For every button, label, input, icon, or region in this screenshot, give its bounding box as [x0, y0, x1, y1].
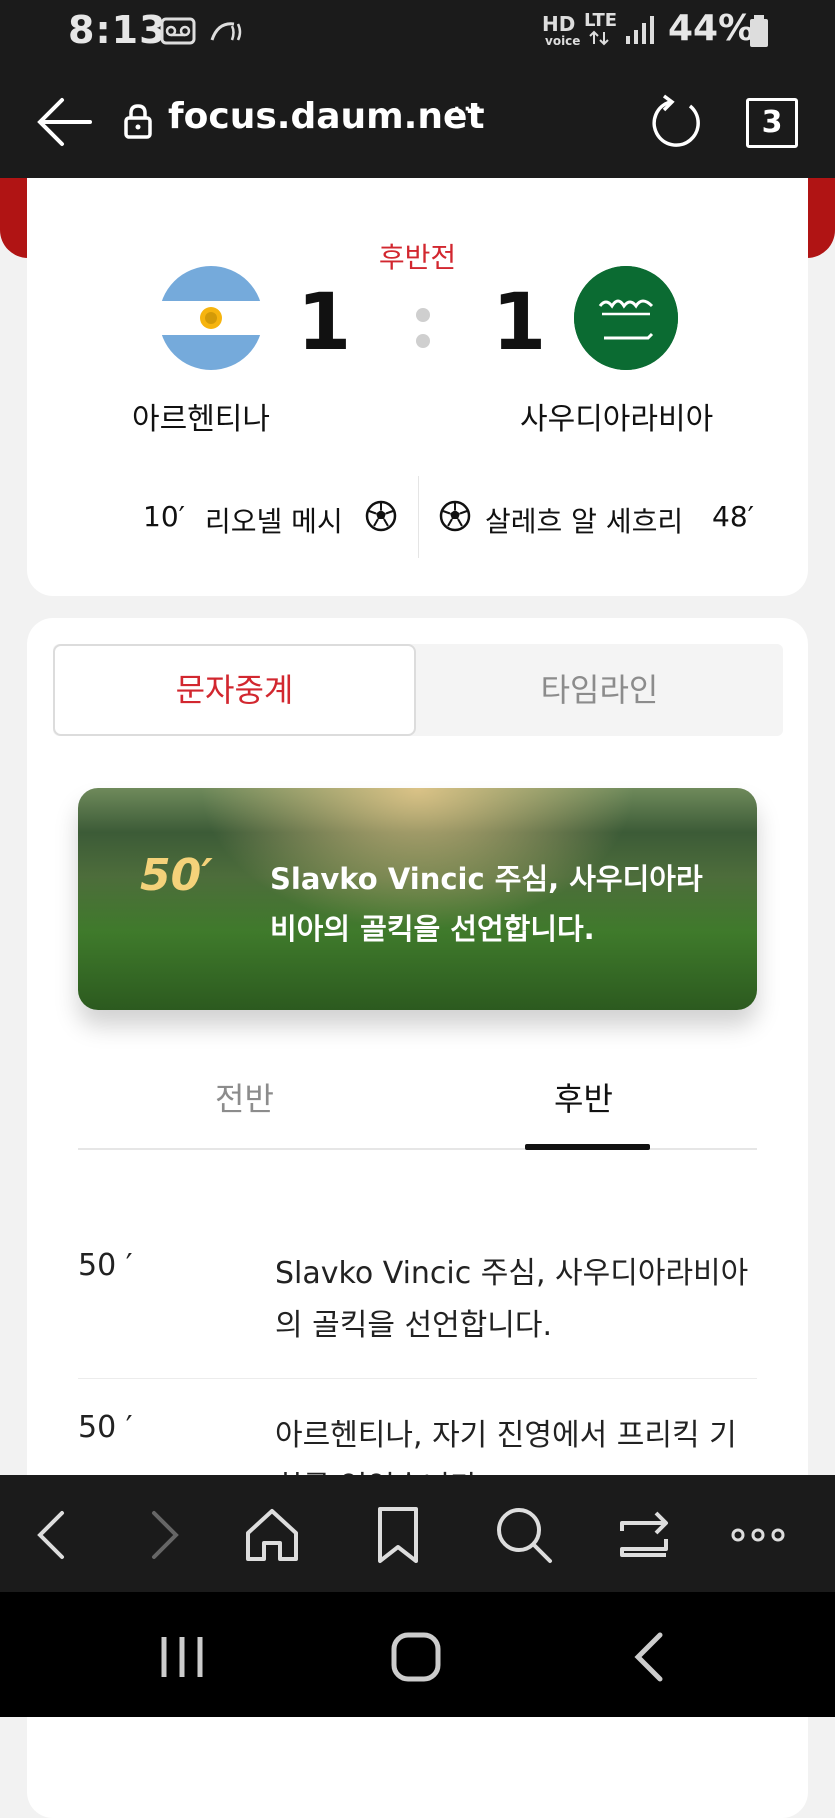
browser-address-bar: focus.daum.net ··· 3 [0, 62, 835, 178]
score-card: 후반전 1 1 아르헨티나 사우디아라비아 10′ 리오넬 메시 살레흐 알 세… [27, 178, 808, 596]
browser-toolbar [0, 1475, 835, 1592]
back-icon[interactable] [22, 1505, 82, 1565]
feed-minute: 50 ′ [78, 1410, 133, 1445]
home-nav-icon[interactable] [386, 1627, 446, 1687]
system-navigation-bar [0, 1592, 835, 1717]
tab-second-half[interactable]: 후반 [554, 1074, 613, 1120]
signal-icon [626, 16, 654, 44]
voice-label: voice [545, 34, 581, 48]
view-tabs: 문자중계 타임라인 [53, 644, 783, 736]
nfc-icon [210, 22, 242, 41]
tabs-switch-icon[interactable] [614, 1505, 674, 1565]
away-team-name[interactable]: 사우디아라비아 [520, 394, 713, 438]
status-bar: 8:13 HD voice LTE 44% [0, 0, 835, 62]
home-team-name[interactable]: 아르헨티나 [132, 394, 270, 438]
selected-half-indicator [525, 1144, 650, 1150]
tab-first-half[interactable]: 전반 [215, 1074, 274, 1120]
search-icon[interactable] [494, 1505, 554, 1565]
home-goal-scorer: 리오넬 메시 [205, 505, 343, 538]
lte-label: LTE [584, 10, 618, 31]
hd-label: HD [542, 12, 576, 36]
back-arrow-icon[interactable] [36, 94, 96, 150]
half-tabs-divider [78, 1148, 757, 1150]
tab-count-button[interactable]: 3 [746, 98, 798, 148]
away-goal-minute: 48′ [712, 500, 754, 533]
forward-icon[interactable] [134, 1505, 194, 1565]
soccer-ball-icon [365, 500, 397, 532]
header-accent-right [805, 178, 835, 258]
away-score: 1 [492, 278, 547, 368]
voicemail-icon [160, 17, 196, 45]
banner-minute: 50′ [140, 850, 213, 901]
soccer-ball-icon [439, 500, 471, 532]
url-more-dots[interactable]: ··· [452, 92, 484, 127]
match-period: 후반전 [378, 241, 457, 274]
away-goal-scorer: 살레흐 알 세흐리 [485, 505, 684, 538]
recent-apps-icon[interactable] [152, 1627, 212, 1687]
reload-icon[interactable] [650, 92, 706, 152]
score-colon-top [416, 308, 430, 322]
home-icon[interactable] [242, 1505, 302, 1565]
back-nav-icon[interactable] [620, 1627, 680, 1687]
more-icon[interactable] [728, 1505, 788, 1565]
banner-text: Slavko Vincic 주심, 사우디아라비아의 골킥을 선언합니다. [270, 862, 703, 946]
status-time: 8:13 [68, 8, 167, 52]
latest-event-banner: 50′ Slavko Vincic 주심, 사우디아라비아의 골킥을 선언합니다… [78, 788, 757, 1010]
bookmark-icon[interactable] [368, 1505, 428, 1565]
saudi-arabia-flag-icon[interactable] [574, 266, 678, 370]
score-colon-bottom [416, 334, 430, 348]
tab-timeline[interactable]: 타임라인 [416, 644, 783, 736]
home-score: 1 [297, 278, 352, 368]
url-text[interactable]: focus.daum.net [168, 96, 485, 137]
feed-minute: 50 ′ [78, 1248, 133, 1283]
battery-icon [750, 15, 768, 47]
data-arrows-icon [589, 30, 609, 46]
lock-icon [124, 104, 152, 139]
goal-divider [418, 476, 419, 558]
header-accent-left [0, 178, 30, 258]
tab-text-commentary[interactable]: 문자중계 [53, 644, 416, 736]
home-goal-minute: 10′ [143, 500, 185, 533]
battery-percent: 44% [668, 8, 755, 49]
feed-divider [78, 1378, 757, 1379]
feed-text: Slavko Vincic 주심, 사우디아라비아의 골킥을 선언합니다. [275, 1256, 749, 1343]
argentina-flag-icon[interactable] [159, 266, 263, 370]
